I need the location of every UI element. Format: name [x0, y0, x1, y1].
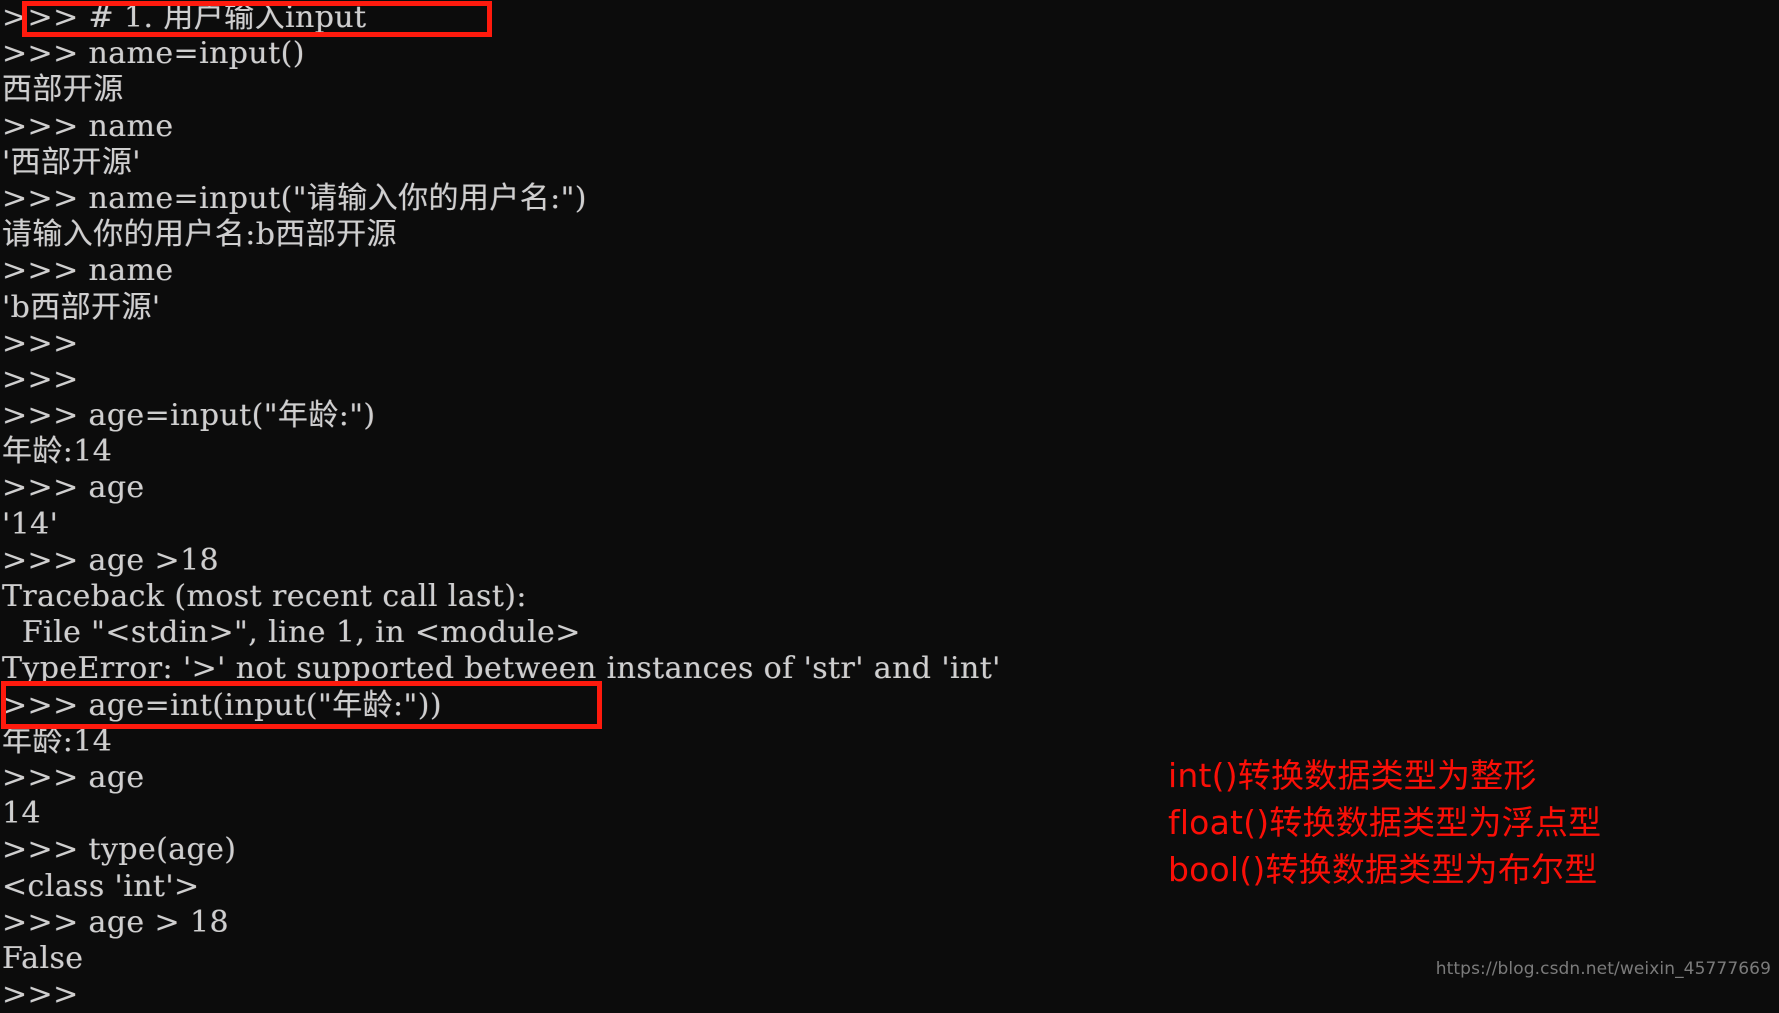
- console-line: TypeError: '>' not supported between ins…: [2, 651, 1001, 687]
- console-line: >>> age >18: [2, 542, 220, 578]
- console-line: >>> name=input(): [2, 36, 305, 72]
- console-line: >>> name: [2, 253, 174, 289]
- console-line: >>>: [2, 977, 79, 1013]
- python-terminal-window[interactable]: >>> # 1. 用户输入input >>> name=input() 西部开源…: [0, 0, 1779, 1012]
- console-line: >>> # 1. 用户输入input: [2, 0, 367, 35]
- console-line: >>>: [2, 325, 79, 361]
- console-line: 西部开源: [2, 72, 124, 108]
- console-line: 年龄:14: [2, 434, 113, 470]
- console-line: '14': [2, 506, 59, 542]
- annotation-note-float: float()转换数据类型为浮点型: [1168, 803, 1602, 842]
- console-line: >>> name: [2, 108, 174, 144]
- console-line: >>> age=int(input("年龄:")): [2, 687, 442, 723]
- console-line: >>> name=input("请输入你的用户名:"): [2, 180, 587, 216]
- console-line: Traceback (most recent call last):: [2, 579, 527, 614]
- console-line: >>>: [2, 361, 79, 397]
- watermark: https://blog.csdn.net/weixin_45777669: [1435, 959, 1771, 979]
- annotation-note-bool: bool()转换数据类型为布尔型: [1168, 850, 1598, 889]
- console-line: >>> age=input("年龄:"): [2, 398, 376, 434]
- console-line: >>> age: [2, 470, 145, 506]
- console-line: >>> age > 18: [2, 904, 229, 940]
- annotation-note-int: int()转换数据类型为整形: [1168, 756, 1537, 795]
- console-line: File "<stdin>", line 1, in <module>: [2, 615, 581, 651]
- console-line: '西部开源': [2, 144, 141, 180]
- annotation-note-list: int()转换数据类型为整形 float()转换数据类型为浮点型 bool()转…: [1168, 752, 1601, 893]
- console-line: 'b西部开源': [2, 289, 161, 325]
- console-line: 请输入你的用户名:b西部开源: [2, 217, 397, 253]
